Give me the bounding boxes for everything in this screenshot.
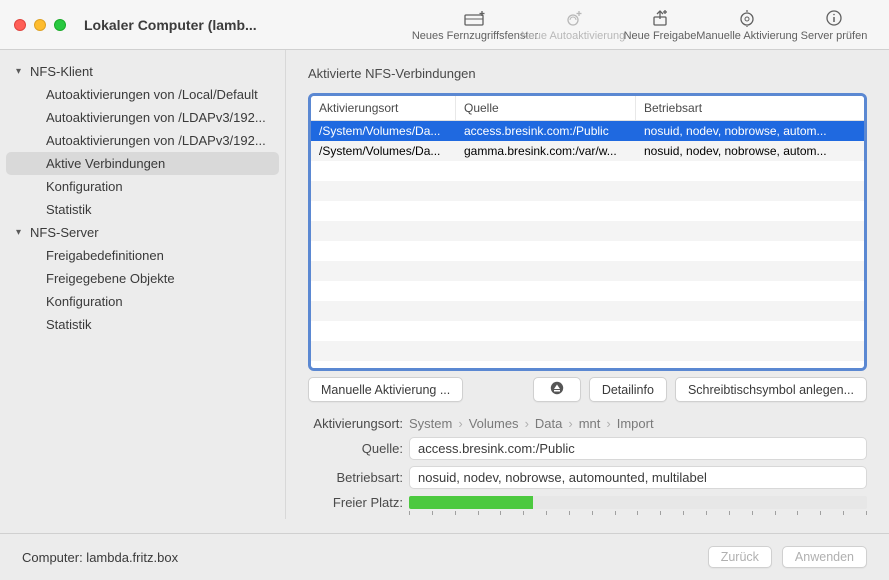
back-button[interactable]: Zurück [708, 546, 772, 568]
table-row-empty [311, 181, 864, 201]
sidebar-item-share-defs[interactable]: Freigabedefinitionen [6, 244, 279, 267]
window-controls [0, 19, 66, 31]
apply-button[interactable]: Anwenden [782, 546, 867, 568]
eject-button[interactable] [533, 377, 581, 402]
mode-field[interactable]: nosuid, nodev, nobrowse, automounted, mu… [409, 466, 867, 489]
breadcrumb[interactable]: System› Volumes› Data› mnt› Import [409, 416, 867, 431]
free-space-fill [409, 496, 533, 509]
table-row[interactable]: /System/Volumes/Da... access.bresink.com… [311, 121, 864, 141]
table-row[interactable]: /System/Volumes/Da... gamma.bresink.com:… [311, 141, 864, 161]
table-row-empty [311, 361, 864, 368]
sidebar-item-server-config[interactable]: Konfiguration [6, 290, 279, 313]
chevron-down-icon: ▾ [16, 66, 26, 77]
toolbar-new-share[interactable]: Neue Freigabe [623, 0, 697, 49]
sidebar-item-active-connections[interactable]: Aktive Verbindungen [6, 152, 279, 175]
sidebar-item-client-config[interactable]: Konfiguration [6, 175, 279, 198]
minimize-window-button[interactable] [34, 19, 46, 31]
info-icon [825, 8, 843, 28]
sidebar-group-client[interactable]: ▾ NFS-Klient [0, 60, 285, 83]
source-field[interactable]: access.bresink.com:/Public [409, 437, 867, 460]
table-header: Aktivierungsort Quelle Betriebsart [311, 96, 864, 121]
label-source: Quelle: [308, 441, 403, 456]
window-title: Lokaler Computer (lamb... [84, 17, 274, 33]
col-source[interactable]: Quelle [456, 96, 636, 120]
table-row-empty [311, 321, 864, 341]
table-row-empty [311, 301, 864, 321]
free-space-bar [409, 496, 867, 509]
col-mode[interactable]: Betriebsart [636, 96, 864, 120]
close-window-button[interactable] [14, 19, 26, 31]
toolbar-manual-activation[interactable]: Manuelle Aktivierung [699, 0, 795, 49]
zoom-window-button[interactable] [54, 19, 66, 31]
sidebar-item-autoldap2[interactable]: Autoaktivierungen von /LDAPv3/192... [6, 129, 279, 152]
table-actions: Manuelle Aktivierung ... Detailinfo Schr… [308, 377, 867, 402]
content-title: Aktivierte NFS-Verbindungen [308, 66, 867, 81]
titlebar: Lokaler Computer (lamb... Neues Fernzugr… [0, 0, 889, 50]
auto-activation-icon [561, 8, 585, 28]
remote-window-icon [461, 8, 489, 28]
label-mode: Betriebsart: [308, 470, 403, 485]
toolbar: Neues Fernzugriffsfenster Neue Autoaktiv… [274, 0, 889, 49]
sidebar-item-server-stats[interactable]: Statistik [6, 313, 279, 336]
table-body: /System/Volumes/Da... access.bresink.com… [311, 121, 864, 368]
sidebar-item-client-stats[interactable]: Statistik [6, 198, 279, 221]
connections-table[interactable]: Aktivierungsort Quelle Betriebsart /Syst… [308, 93, 867, 371]
table-row-empty [311, 221, 864, 241]
toolbar-check-server[interactable]: Server prüfen [797, 0, 871, 49]
toolbar-new-remote[interactable]: Neues Fernzugriffsfenster [427, 0, 523, 49]
label-free-space: Freier Platz: [308, 495, 403, 510]
detail-info-button[interactable]: Detailinfo [589, 377, 667, 402]
footer: Computer: lambda.fritz.box Zurück Anwend… [0, 533, 889, 580]
computer-host-label: Computer: lambda.fritz.box [22, 550, 178, 565]
eject-icon [550, 381, 564, 398]
manual-activation-icon [737, 8, 757, 28]
desktop-symbol-button[interactable]: Schreibtischsymbol anlegen... [675, 377, 867, 402]
detail-form: Aktivierungsort: System› Volumes› Data› … [308, 416, 867, 510]
share-icon [650, 8, 670, 28]
chevron-down-icon: ▾ [16, 227, 26, 238]
table-row-empty [311, 241, 864, 261]
manual-activation-button[interactable]: Manuelle Aktivierung ... [308, 377, 463, 402]
table-row-empty [311, 261, 864, 281]
scale-ticks [409, 511, 867, 515]
table-row-empty [311, 281, 864, 301]
col-location[interactable]: Aktivierungsort [311, 96, 456, 120]
sidebar-item-autoldap1[interactable]: Autoaktivierungen von /LDAPv3/192... [6, 106, 279, 129]
table-row-empty [311, 161, 864, 181]
sidebar: ▾ NFS-Klient Autoaktivierungen von /Loca… [0, 50, 286, 519]
content-pane: Aktivierte NFS-Verbindungen Aktivierungs… [286, 50, 889, 519]
table-row-empty [311, 341, 864, 361]
sidebar-item-autolocal[interactable]: Autoaktivierungen von /Local/Default [6, 83, 279, 106]
table-row-empty [311, 201, 864, 221]
toolbar-new-auto: Neue Autoaktivierung [525, 0, 621, 49]
label-location: Aktivierungsort: [308, 416, 403, 431]
sidebar-group-server[interactable]: ▾ NFS-Server [0, 221, 285, 244]
sidebar-item-shared-objects[interactable]: Freigegebene Objekte [6, 267, 279, 290]
